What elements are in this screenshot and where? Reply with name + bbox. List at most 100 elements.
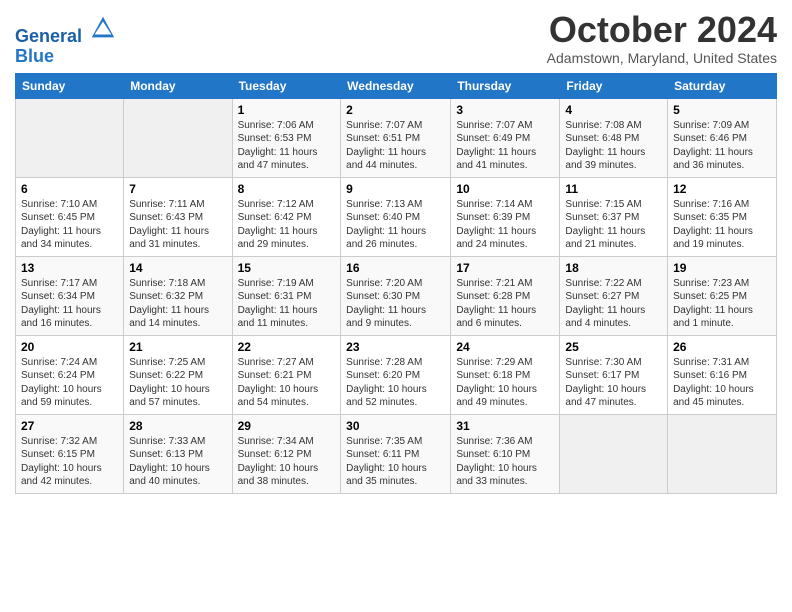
calendar-cell: 13Sunrise: 7:17 AMSunset: 6:34 PMDayligh… <box>16 256 124 335</box>
day-info: Sunrise: 7:13 AMSunset: 6:40 PMDaylight:… <box>346 198 445 252</box>
day-number: 26 <box>673 340 771 354</box>
calendar-cell: 7 Sunrise: 7:11 AMSunset: 6:43 PMDaylight… <box>124 177 232 256</box>
day-info: Sunrise: 7:21 AMSunset: 6:28 PMDaylight:… <box>456 277 554 331</box>
title-block: October 2024 Adamstown, Maryland, United… <box>547 10 777 66</box>
day-number: 14 <box>129 261 226 275</box>
day-number: 30 <box>346 419 445 433</box>
weekday-header-sunday: Sunday <box>16 73 124 98</box>
day-info: Sunrise: 7:14 AMSunset: 6:39 PMDaylight:… <box>456 198 554 252</box>
day-info: Sunrise: 7:15 AMSunset: 6:37 PMDaylight:… <box>565 198 662 252</box>
header: General Blue October 2024 Adamstown, Mar… <box>15 10 777 67</box>
calendar-cell: 23 Sunrise: 7:28 AMSunset: 6:20 PMDayligh… <box>341 335 451 414</box>
header-row: SundayMondayTuesdayWednesdayThursdayFrid… <box>16 73 777 98</box>
day-number: 6 <box>21 182 118 196</box>
day-number: 31 <box>456 419 554 433</box>
day-number: 20 <box>21 340 118 354</box>
day-number: 21 <box>129 340 226 354</box>
day-info: Sunrise: 7:33 AMSunset: 6:13 PMDaylight:… <box>129 435 226 489</box>
calendar-table: SundayMondayTuesdayWednesdayThursdayFrid… <box>15 73 777 494</box>
day-number: 9 <box>346 182 445 196</box>
day-info: Sunrise: 7:11 AMSunset: 6:43 PMDaylight:… <box>129 198 226 252</box>
day-info: Sunrise: 7:30 AMSunset: 6:17 PMDaylight:… <box>565 356 662 410</box>
calendar-cell <box>16 98 124 177</box>
day-number: 11 <box>565 182 662 196</box>
location: Adamstown, Maryland, United States <box>547 50 777 66</box>
logo-icon <box>89 14 117 42</box>
day-number: 22 <box>238 340 336 354</box>
day-info: Sunrise: 7:07 AMSunset: 6:51 PMDaylight:… <box>346 119 445 173</box>
day-info: Sunrise: 7:23 AMSunset: 6:25 PMDaylight:… <box>673 277 771 331</box>
weekday-header-wednesday: Wednesday <box>341 73 451 98</box>
calendar-cell: 1Sunrise: 7:06 AMSunset: 6:53 PMDaylight… <box>232 98 341 177</box>
day-number: 19 <box>673 261 771 275</box>
day-info: Sunrise: 7:24 AMSunset: 6:24 PMDaylight:… <box>21 356 118 410</box>
calendar-cell: 24 Sunrise: 7:29 AMSunset: 6:18 PMDayligh… <box>451 335 560 414</box>
week-row-4: 20 Sunrise: 7:24 AMSunset: 6:24 PMDayligh… <box>16 335 777 414</box>
day-info: Sunrise: 7:28 AMSunset: 6:20 PMDaylight:… <box>346 356 445 410</box>
day-number: 17 <box>456 261 554 275</box>
day-info: Sunrise: 7:34 AMSunset: 6:12 PMDaylight:… <box>238 435 336 489</box>
calendar-cell: 4 Sunrise: 7:08 AMSunset: 6:48 PMDaylight… <box>560 98 668 177</box>
week-row-5: 27 Sunrise: 7:32 AMSunset: 6:15 PMDayligh… <box>16 414 777 493</box>
day-number: 12 <box>673 182 771 196</box>
week-row-2: 6 Sunrise: 7:10 AMSunset: 6:45 PMDaylight… <box>16 177 777 256</box>
day-number: 24 <box>456 340 554 354</box>
day-info: Sunrise: 7:27 AMSunset: 6:21 PMDaylight:… <box>238 356 336 410</box>
weekday-header-saturday: Saturday <box>668 73 777 98</box>
day-info: Sunrise: 7:29 AMSunset: 6:18 PMDaylight:… <box>456 356 554 410</box>
day-number: 3 <box>456 103 554 117</box>
weekday-header-friday: Friday <box>560 73 668 98</box>
day-number: 27 <box>21 419 118 433</box>
day-number: 18 <box>565 261 662 275</box>
calendar-cell: 9 Sunrise: 7:13 AMSunset: 6:40 PMDaylight… <box>341 177 451 256</box>
day-number: 15 <box>238 261 336 275</box>
day-number: 16 <box>346 261 445 275</box>
logo-blue-text: Blue <box>15 47 117 67</box>
calendar-cell: 20 Sunrise: 7:24 AMSunset: 6:24 PMDayligh… <box>16 335 124 414</box>
day-info: Sunrise: 7:31 AMSunset: 6:16 PMDaylight:… <box>673 356 771 410</box>
day-number: 5 <box>673 103 771 117</box>
day-info: Sunrise: 7:22 AMSunset: 6:27 PMDaylight:… <box>565 277 662 331</box>
week-row-1: 1Sunrise: 7:06 AMSunset: 6:53 PMDaylight… <box>16 98 777 177</box>
weekday-header-thursday: Thursday <box>451 73 560 98</box>
calendar-cell: 2 Sunrise: 7:07 AMSunset: 6:51 PMDaylight… <box>341 98 451 177</box>
day-info: Sunrise: 7:08 AMSunset: 6:48 PMDaylight:… <box>565 119 662 173</box>
logo-general: General <box>15 26 82 46</box>
day-number: 7 <box>129 182 226 196</box>
calendar-cell: 16 Sunrise: 7:20 AMSunset: 6:30 PMDayligh… <box>341 256 451 335</box>
weekday-header-monday: Monday <box>124 73 232 98</box>
logo: General Blue <box>15 14 117 67</box>
weekday-header-tuesday: Tuesday <box>232 73 341 98</box>
day-info: Sunrise: 7:32 AMSunset: 6:15 PMDaylight:… <box>21 435 118 489</box>
day-info: Sunrise: 7:35 AMSunset: 6:11 PMDaylight:… <box>346 435 445 489</box>
month-title: October 2024 <box>547 10 777 50</box>
calendar-cell: 26 Sunrise: 7:31 AMSunset: 6:16 PMDayligh… <box>668 335 777 414</box>
logo-text: General <box>15 14 117 47</box>
day-info: Sunrise: 7:10 AMSunset: 6:45 PMDaylight:… <box>21 198 118 252</box>
day-info: Sunrise: 7:09 AMSunset: 6:46 PMDaylight:… <box>673 119 771 173</box>
day-number: 1 <box>238 103 336 117</box>
week-row-3: 13Sunrise: 7:17 AMSunset: 6:34 PMDayligh… <box>16 256 777 335</box>
calendar-cell: 31 Sunrise: 7:36 AMSunset: 6:10 PMDayligh… <box>451 414 560 493</box>
day-number: 23 <box>346 340 445 354</box>
day-number: 4 <box>565 103 662 117</box>
day-info: Sunrise: 7:18 AMSunset: 6:32 PMDaylight:… <box>129 277 226 331</box>
day-info: Sunrise: 7:12 AMSunset: 6:42 PMDaylight:… <box>238 198 336 252</box>
calendar-cell: 3Sunrise: 7:07 AMSunset: 6:49 PMDaylight… <box>451 98 560 177</box>
day-number: 8 <box>238 182 336 196</box>
calendar-cell: 11 Sunrise: 7:15 AMSunset: 6:37 PMDayligh… <box>560 177 668 256</box>
calendar-cell: 19 Sunrise: 7:23 AMSunset: 6:25 PMDayligh… <box>668 256 777 335</box>
day-info: Sunrise: 7:36 AMSunset: 6:10 PMDaylight:… <box>456 435 554 489</box>
day-info: Sunrise: 7:20 AMSunset: 6:30 PMDaylight:… <box>346 277 445 331</box>
calendar-cell: 18 Sunrise: 7:22 AMSunset: 6:27 PMDayligh… <box>560 256 668 335</box>
calendar-cell <box>560 414 668 493</box>
calendar-cell: 28Sunrise: 7:33 AMSunset: 6:13 PMDayligh… <box>124 414 232 493</box>
day-number: 10 <box>456 182 554 196</box>
page: General Blue October 2024 Adamstown, Mar… <box>0 0 792 504</box>
calendar-cell <box>124 98 232 177</box>
day-number: 2 <box>346 103 445 117</box>
calendar-cell: 30 Sunrise: 7:35 AMSunset: 6:11 PMDayligh… <box>341 414 451 493</box>
day-info: Sunrise: 7:19 AMSunset: 6:31 PMDaylight:… <box>238 277 336 331</box>
calendar-cell: 17 Sunrise: 7:21 AMSunset: 6:28 PMDayligh… <box>451 256 560 335</box>
day-info: Sunrise: 7:16 AMSunset: 6:35 PMDaylight:… <box>673 198 771 252</box>
